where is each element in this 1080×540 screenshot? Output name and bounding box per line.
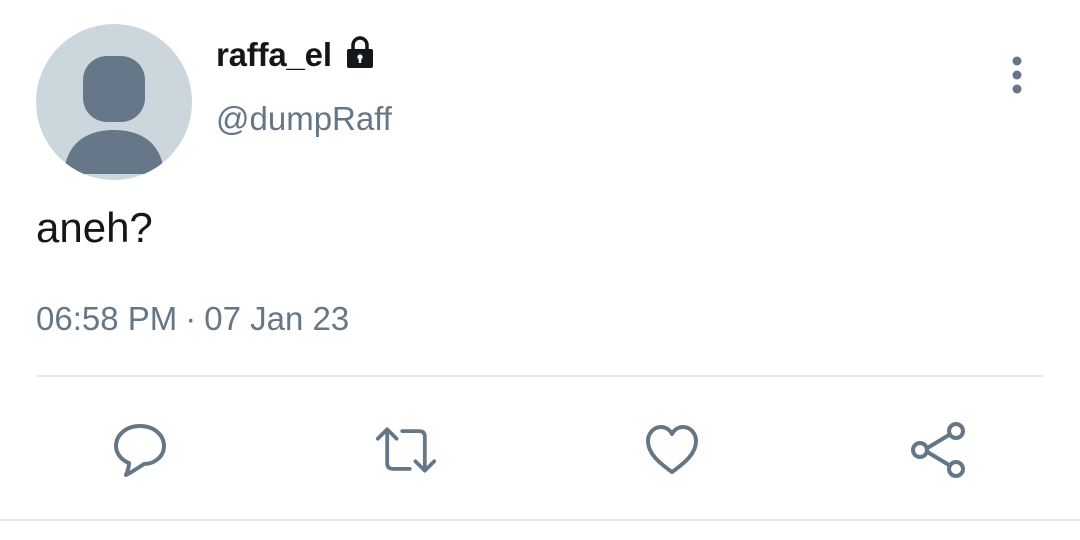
retweet-icon xyxy=(375,427,437,473)
meta-separator: · xyxy=(185,300,197,337)
user-handle[interactable]: @dumpRaff xyxy=(216,100,392,138)
heart-icon xyxy=(646,425,698,474)
more-vertical-icon xyxy=(1012,56,1022,94)
tweet-text: aneh? xyxy=(36,204,153,251)
more-options-button[interactable] xyxy=(996,52,1040,98)
retweet-button[interactable] xyxy=(374,418,438,482)
tweet-timestamp: 06:58 PM · 07 Jan 23 xyxy=(36,300,349,338)
reply-button[interactable] xyxy=(108,418,172,482)
divider xyxy=(0,519,1080,521)
avatar[interactable] xyxy=(36,24,192,180)
tweet-time: 06:58 PM xyxy=(36,300,178,337)
tweet-card: raffa_el @dumpRaff aneh? 06:58 PM · 07 Jan… xyxy=(0,0,1080,540)
like-button[interactable] xyxy=(640,418,704,482)
share-icon xyxy=(911,422,965,478)
reply-icon xyxy=(114,424,166,477)
divider xyxy=(36,375,1044,377)
share-button[interactable] xyxy=(906,418,970,482)
display-name-row: raffa_el xyxy=(216,36,378,74)
tweet-date: 07 Jan 23 xyxy=(204,300,350,337)
lock-icon xyxy=(342,35,378,71)
default-avatar-icon xyxy=(64,56,164,174)
display-name[interactable]: raffa_el xyxy=(216,36,332,74)
